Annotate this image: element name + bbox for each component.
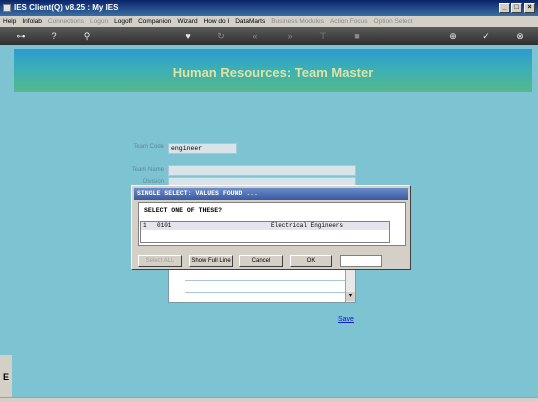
list-item[interactable]: 1 0101 Electrical Engineers xyxy=(141,222,389,230)
search-icon[interactable]: ⚲ xyxy=(81,30,93,42)
row-code: 0101 xyxy=(157,222,172,229)
row-description: Electrical Engineers xyxy=(271,222,344,229)
minimize-button[interactable]: _ xyxy=(499,3,510,13)
dialog-prompt: SELECT ONE OF THESE? xyxy=(144,207,223,214)
forward-icon[interactable]: » xyxy=(284,30,296,42)
ok-button[interactable]: OK xyxy=(290,255,332,267)
select-all-button[interactable]: Select ALL xyxy=(138,255,182,267)
menu-help[interactable]: Help xyxy=(0,16,19,27)
menu-datamarts[interactable]: DataMarts xyxy=(232,16,268,27)
menu-infolab[interactable]: Infolab xyxy=(19,16,45,27)
window-title: IES Client(Q) v8.25 : My IES xyxy=(14,3,119,12)
page-title: Human Resources: Team Master xyxy=(172,65,374,80)
team-name-label: Team Name xyxy=(131,167,164,173)
team-code-label: Team Code xyxy=(133,144,164,150)
values-list[interactable]: 1 0101 Electrical Engineers xyxy=(140,221,390,243)
menu-logon[interactable]: Logon xyxy=(87,16,111,27)
menu-how-do-i[interactable]: How do I xyxy=(201,16,233,27)
menu-wizard[interactable]: Wizard xyxy=(174,16,200,27)
dialog-input[interactable] xyxy=(340,255,382,267)
help-icon[interactable]: ? xyxy=(48,30,60,42)
list-divider xyxy=(185,280,345,281)
team-code-input[interactable]: engineer xyxy=(168,143,237,154)
menu-action-focus[interactable]: Action Focus xyxy=(327,16,371,27)
team-name-input[interactable] xyxy=(168,165,356,176)
app-icon xyxy=(3,4,11,12)
key-icon[interactable]: ⊶ xyxy=(10,30,32,42)
side-panel-strip: E xyxy=(0,355,12,397)
menu-logoff[interactable]: Logoff xyxy=(111,16,135,27)
menu-option-select[interactable]: Option Select xyxy=(371,16,416,27)
back-icon[interactable]: « xyxy=(249,30,261,42)
single-select-dialog: SINGLE SELECT: VALUES FOUND ... SELECT O… xyxy=(131,185,411,270)
show-full-line-button[interactable]: Show Full Line xyxy=(189,255,233,267)
dialog-title: SINGLE SELECT: VALUES FOUND ... xyxy=(134,188,408,200)
menu-connections[interactable]: Connections xyxy=(45,16,87,27)
status-bar xyxy=(0,397,538,402)
window-title-bar: IES Client(Q) v8.25 : My IES _ □ × xyxy=(0,0,538,16)
page-banner: Human Resources: Team Master xyxy=(14,49,532,92)
filter-icon[interactable]: ⊤ xyxy=(317,30,329,42)
menu-business-modules[interactable]: Business Modules xyxy=(268,16,327,27)
cancel-button[interactable]: Cancel xyxy=(239,255,283,267)
list-divider xyxy=(185,292,345,293)
save-link[interactable]: Save xyxy=(338,316,354,323)
menu-bar: Help Infolab Connections Logon Logoff Compani… xyxy=(0,16,538,27)
check-icon[interactable]: ✓ xyxy=(480,30,492,42)
plus-icon[interactable]: ⊕ xyxy=(447,30,459,42)
dialog-body: SELECT ONE OF THESE? 1 0101 Electrical E… xyxy=(138,202,406,246)
menu-companion[interactable]: Companion xyxy=(135,16,174,27)
row-index: 1 xyxy=(143,222,147,229)
close-button[interactable]: × xyxy=(524,3,535,13)
close-circle-icon[interactable]: ⊗ xyxy=(514,30,526,42)
refresh-icon[interactable]: ↻ xyxy=(215,30,227,42)
stop-icon[interactable]: ■ xyxy=(351,30,363,42)
side-panel-icon[interactable]: E xyxy=(3,372,9,382)
scroll-down-icon[interactable]: ▾ xyxy=(346,292,355,301)
toolbar: ⊶ ? ⚲ ♥ ↻ « » ⊤ ■ ⊕ ✓ ⊗ xyxy=(0,27,538,45)
maximize-button[interactable]: □ xyxy=(511,3,522,13)
heart-icon[interactable]: ♥ xyxy=(182,30,194,42)
